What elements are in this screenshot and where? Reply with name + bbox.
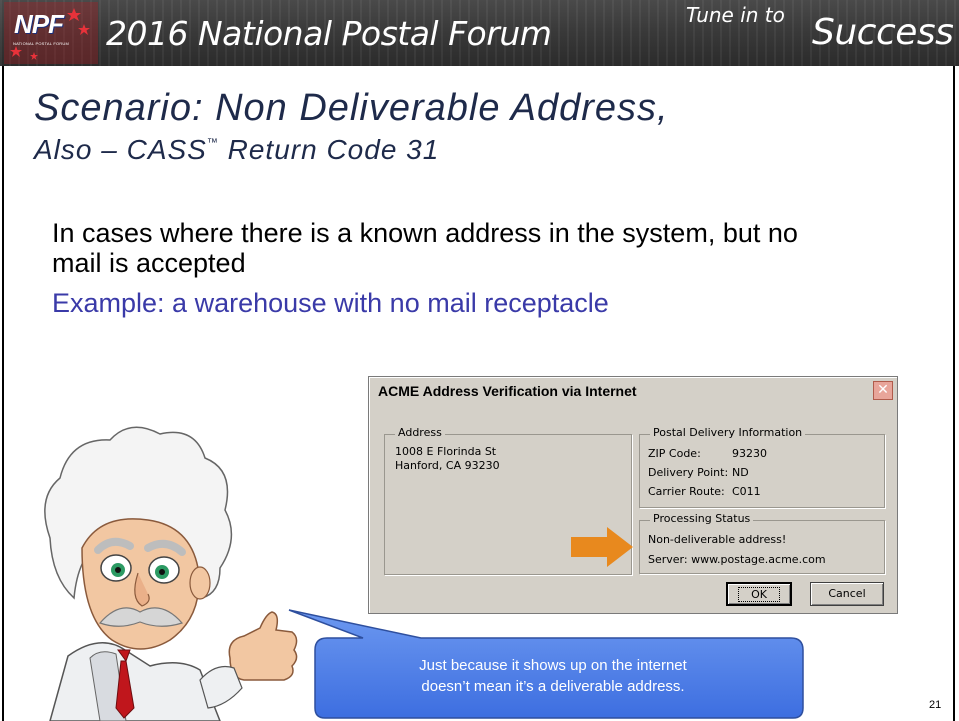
header-banner: NPF NATIONAL POSTAL FORUM 2016 National … (0, 0, 959, 66)
address-verification-dialog: ACME Address Verification via Internet ✕… (368, 376, 898, 614)
callout-line1: Just because it shows up on the internet (419, 657, 687, 674)
subtitle-prefix: Also – CASS (34, 134, 207, 165)
trademark-mark: ™ (206, 137, 219, 149)
server-text: Server: www.postage.acme.com (648, 553, 826, 566)
carrier-route-label: Carrier Route: (648, 485, 725, 498)
subtitle-suffix: Return Code 31 (218, 134, 440, 165)
zip-code-value: 93230 (732, 447, 767, 460)
dialog-titlebar[interactable]: ACME Address Verification via Internet ✕ (371, 379, 895, 403)
dialog-title: ACME Address Verification via Internet (378, 383, 637, 399)
postal-group-label: Postal Delivery Information (650, 426, 806, 439)
postal-delivery-group: Postal Delivery Information ZIP Code: 93… (639, 426, 885, 508)
status-message: Non-deliverable address! (648, 533, 787, 546)
callout-line2: doesn’t mean it’s a deliverable address. (421, 678, 685, 695)
tagline-small: Tune in to (686, 3, 785, 27)
tagline-large: Success (812, 12, 954, 53)
ok-label: OK (738, 587, 780, 602)
cancel-button[interactable]: Cancel (810, 582, 884, 606)
body-text: In cases where there is a known address … (52, 218, 798, 278)
professor-illustration (44, 426, 298, 721)
address-line2: Hanford, CA 93230 (395, 459, 500, 472)
arrow-right-icon (571, 527, 633, 567)
slide-title: Scenario: Non Deliverable Address, (34, 87, 669, 129)
processing-status-group: Processing Status Non-deliverable addres… (639, 512, 885, 574)
carrier-route-value: C011 (732, 485, 761, 498)
status-group-label: Processing Status (650, 512, 754, 525)
address-line1: 1008 E Florinda St (395, 445, 497, 458)
address-group-label: Address (395, 426, 445, 439)
close-icon: ✕ (877, 382, 889, 398)
banner-title: 2016 National Postal Forum (106, 14, 552, 53)
example-text: Example: a warehouse with no mail recept… (52, 288, 609, 318)
logo-subtext: NATIONAL POSTAL FORUM (13, 41, 69, 46)
close-button[interactable]: ✕ (873, 381, 893, 400)
callout-text: Just because it shows up on the internet… (313, 655, 793, 697)
logo-text: NPF (14, 9, 64, 39)
delivery-point-value: ND (732, 466, 749, 479)
npf-logo: NPF NATIONAL POSTAL FORUM (4, 2, 98, 64)
page-number: 21 (929, 699, 942, 711)
zip-code-label: ZIP Code: (648, 447, 701, 460)
delivery-point-label: Delivery Point: (648, 466, 729, 479)
slide-subtitle: Also – CASS™ Return Code 31 (34, 134, 439, 166)
ok-button[interactable]: OK (726, 582, 792, 606)
